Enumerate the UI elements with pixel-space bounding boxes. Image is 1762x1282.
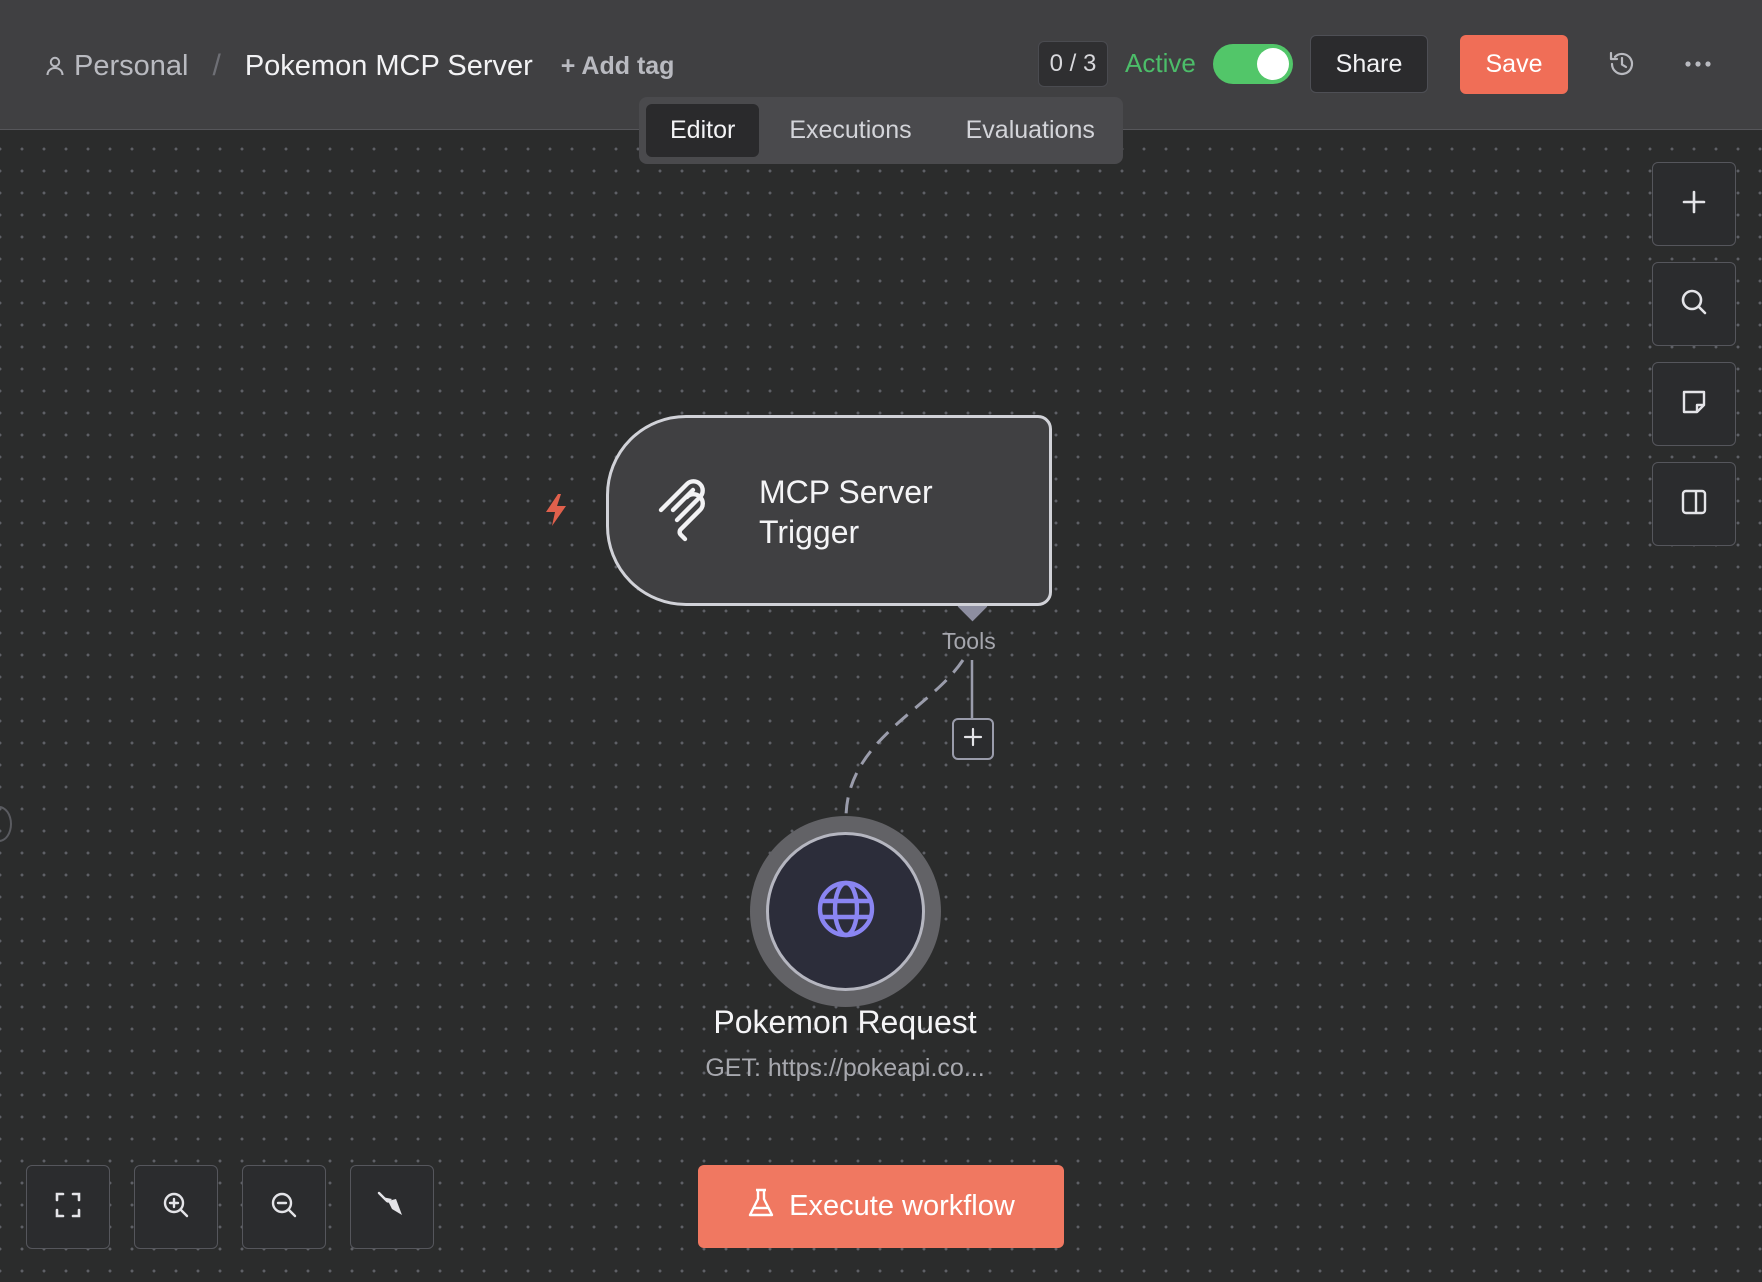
execute-workflow-label: Execute workflow: [789, 1190, 1015, 1222]
execute-workflow-button[interactable]: Execute workflow: [698, 1165, 1064, 1248]
add-tool-button[interactable]: [952, 718, 994, 760]
tidy-up-button[interactable]: [350, 1165, 434, 1249]
zoom-out-icon: [269, 1190, 299, 1225]
tab-executions[interactable]: Executions: [765, 104, 935, 157]
view-tabs: Editor Executions Evaluations: [639, 97, 1123, 164]
zoom-in-icon: [161, 1190, 191, 1225]
request-node-subtitle: GET: https://pokeapi.co...: [705, 1054, 985, 1082]
node-connections: [830, 591, 988, 847]
tab-editor[interactable]: Editor: [646, 104, 760, 157]
tools-connection-label: Tools: [942, 628, 996, 654]
trigger-node-label: MCP Server Trigger: [759, 474, 933, 550]
fit-view-icon: [53, 1190, 83, 1225]
mcp-server-trigger-node[interactable]: MCP Server Trigger: [606, 415, 1052, 606]
pokemon-request-node[interactable]: [766, 832, 925, 991]
zoom-out-button[interactable]: [242, 1165, 326, 1249]
request-node-label: Pokemon Request: [713, 1004, 977, 1040]
zoom-in-button[interactable]: [134, 1165, 218, 1249]
trigger-bolt-icon: [540, 492, 572, 528]
flask-icon: [747, 1187, 775, 1227]
tidy-up-icon: [376, 1189, 408, 1226]
plus-icon: [962, 726, 984, 753]
globe-icon: [814, 877, 878, 946]
fit-view-button[interactable]: [26, 1165, 110, 1249]
tab-evaluations[interactable]: Evaluations: [942, 104, 1119, 157]
mcp-icon: [653, 474, 729, 550]
